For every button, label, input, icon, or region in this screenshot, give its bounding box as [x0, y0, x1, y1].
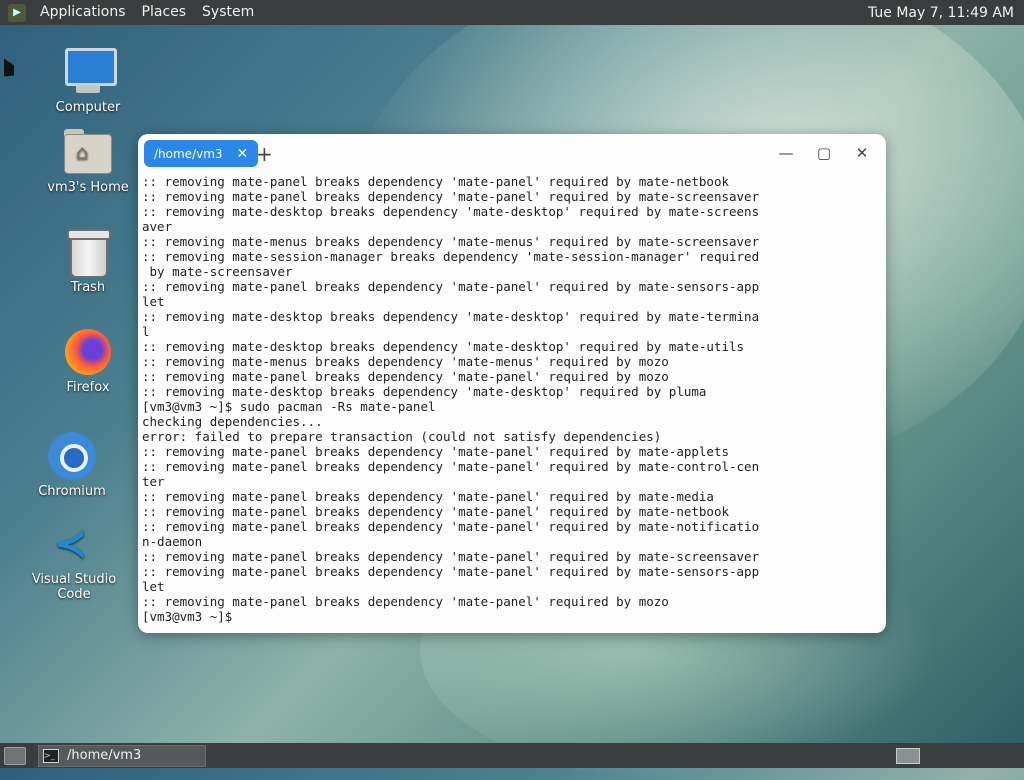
desktop-icon-firefox[interactable]: Firefox — [38, 326, 138, 395]
terminal-window[interactable]: /home/vm3 ✕ + — ▢ ✕ :: removing mate-pan… — [138, 134, 886, 633]
terminal-line: :: removing mate-desktop breaks dependen… — [142, 309, 760, 324]
terminal-line: :: removing mate-panel breaks dependency… — [142, 549, 760, 564]
terminal-line: :: removing mate-session-manager breaks … — [142, 249, 760, 264]
system-menu[interactable]: System — [194, 0, 262, 25]
terminal-line: :: removing mate-menus breaks dependency… — [142, 354, 669, 369]
workspace-switcher[interactable] — [896, 747, 920, 764]
desktop-icon-label: Chromium — [38, 484, 106, 499]
desktop-icon-vscode[interactable]: ≺ Visual Studio Code — [14, 518, 134, 602]
applications-menu[interactable]: Applications — [32, 0, 134, 25]
terminal-line: let — [142, 579, 165, 594]
terminal-line: :: removing mate-panel breaks dependency… — [142, 279, 760, 294]
terminal-output[interactable]: :: removing mate-panel breaks dependency… — [138, 174, 886, 624]
minimize-icon[interactable]: — — [770, 140, 802, 166]
terminal-line: :: removing mate-panel breaks dependency… — [142, 369, 669, 384]
firefox-icon — [62, 326, 114, 378]
desktop-icon-label: Computer — [55, 100, 121, 115]
desktop-icon-trash[interactable]: Trash — [38, 226, 138, 295]
maximize-icon[interactable]: ▢ — [808, 140, 840, 166]
terminal-line: n-daemon — [142, 534, 203, 549]
mate-menu-logo-icon[interactable]: ▶ — [8, 3, 26, 22]
window-controls: — ▢ ✕ — [770, 140, 878, 166]
desktop-icon-label: Visual Studio Code — [31, 572, 117, 602]
close-window-icon[interactable]: ✕ — [846, 140, 878, 166]
terminal-line: :: removing mate-desktop breaks dependen… — [142, 339, 745, 354]
trash-icon — [62, 226, 114, 278]
terminal-tab-title: /home/vm3 — [154, 146, 223, 161]
terminal-line: :: removing mate-panel breaks dependency… — [142, 594, 669, 609]
terminal-line: aver — [142, 219, 173, 234]
terminal-header[interactable]: /home/vm3 ✕ + — ▢ ✕ — [138, 134, 886, 174]
top-panel: ▶ Applications Places System Tue May 7, … — [0, 0, 1024, 25]
terminal-line: :: removing mate-desktop breaks dependen… — [142, 204, 760, 219]
computer-icon — [62, 46, 117, 98]
desktop-icon-home[interactable]: ⌂ vm3's Home — [38, 126, 138, 195]
desktop-icon-label: Firefox — [66, 380, 110, 395]
terminal-tab[interactable]: /home/vm3 ✕ — [144, 140, 259, 167]
terminal-line: error: failed to prepare transaction (co… — [142, 429, 662, 444]
desktop-icon-label: vm3's Home — [47, 180, 129, 195]
terminal-line: :: removing mate-panel breaks dependency… — [142, 174, 729, 189]
places-menu[interactable]: Places — [134, 0, 195, 25]
terminal-line: [vm3@vm3 ~]$ sudo pacman -Rs mate-panel — [142, 399, 436, 414]
show-desktop-icon[interactable] — [4, 746, 26, 765]
terminal-line: :: removing mate-panel breaks dependency… — [142, 564, 760, 579]
close-tab-icon[interactable]: ✕ — [237, 146, 249, 162]
home-folder-icon: ⌂ — [62, 126, 114, 178]
terminal-line: :: removing mate-desktop breaks dependen… — [142, 384, 707, 399]
vscode-icon: ≺ — [54, 521, 88, 567]
terminal-icon: >_ — [43, 748, 59, 763]
taskbar-window-button[interactable]: >_ /home/vm3 — [38, 744, 206, 767]
mouse-pointer-icon — [4, 58, 14, 84]
terminal-line: checking dependencies... — [142, 414, 323, 429]
terminal-line: :: removing mate-panel breaks dependency… — [142, 489, 714, 504]
terminal-line: :: removing mate-panel breaks dependency… — [142, 189, 760, 204]
desktop-icon-chromium[interactable]: Chromium — [22, 430, 122, 499]
desktop-icon-label: Trash — [70, 280, 106, 295]
desktop-icon-computer[interactable]: Computer — [38, 46, 138, 115]
terminal-line: l — [142, 324, 150, 339]
terminal-line: :: removing mate-panel breaks dependency… — [142, 444, 729, 459]
terminal-line: [vm3@vm3 ~]$ — [142, 609, 233, 624]
new-tab-icon[interactable]: + — [256, 141, 273, 167]
terminal-line: :: removing mate-panel breaks dependency… — [142, 519, 760, 534]
terminal-line: let — [142, 294, 165, 309]
taskbar-window-title: /home/vm3 — [67, 748, 142, 763]
terminal-line: by mate-screensaver — [142, 264, 293, 279]
terminal-line: ter — [142, 474, 165, 489]
terminal-line: :: removing mate-panel breaks dependency… — [142, 459, 760, 474]
terminal-line: :: removing mate-panel breaks dependency… — [142, 504, 729, 519]
clock[interactable]: Tue May 7, 11:49 AM — [868, 5, 1024, 21]
terminal-line: :: removing mate-menus breaks dependency… — [142, 234, 760, 249]
chromium-icon — [46, 430, 98, 482]
bottom-panel: >_ /home/vm3 — [0, 743, 1024, 768]
